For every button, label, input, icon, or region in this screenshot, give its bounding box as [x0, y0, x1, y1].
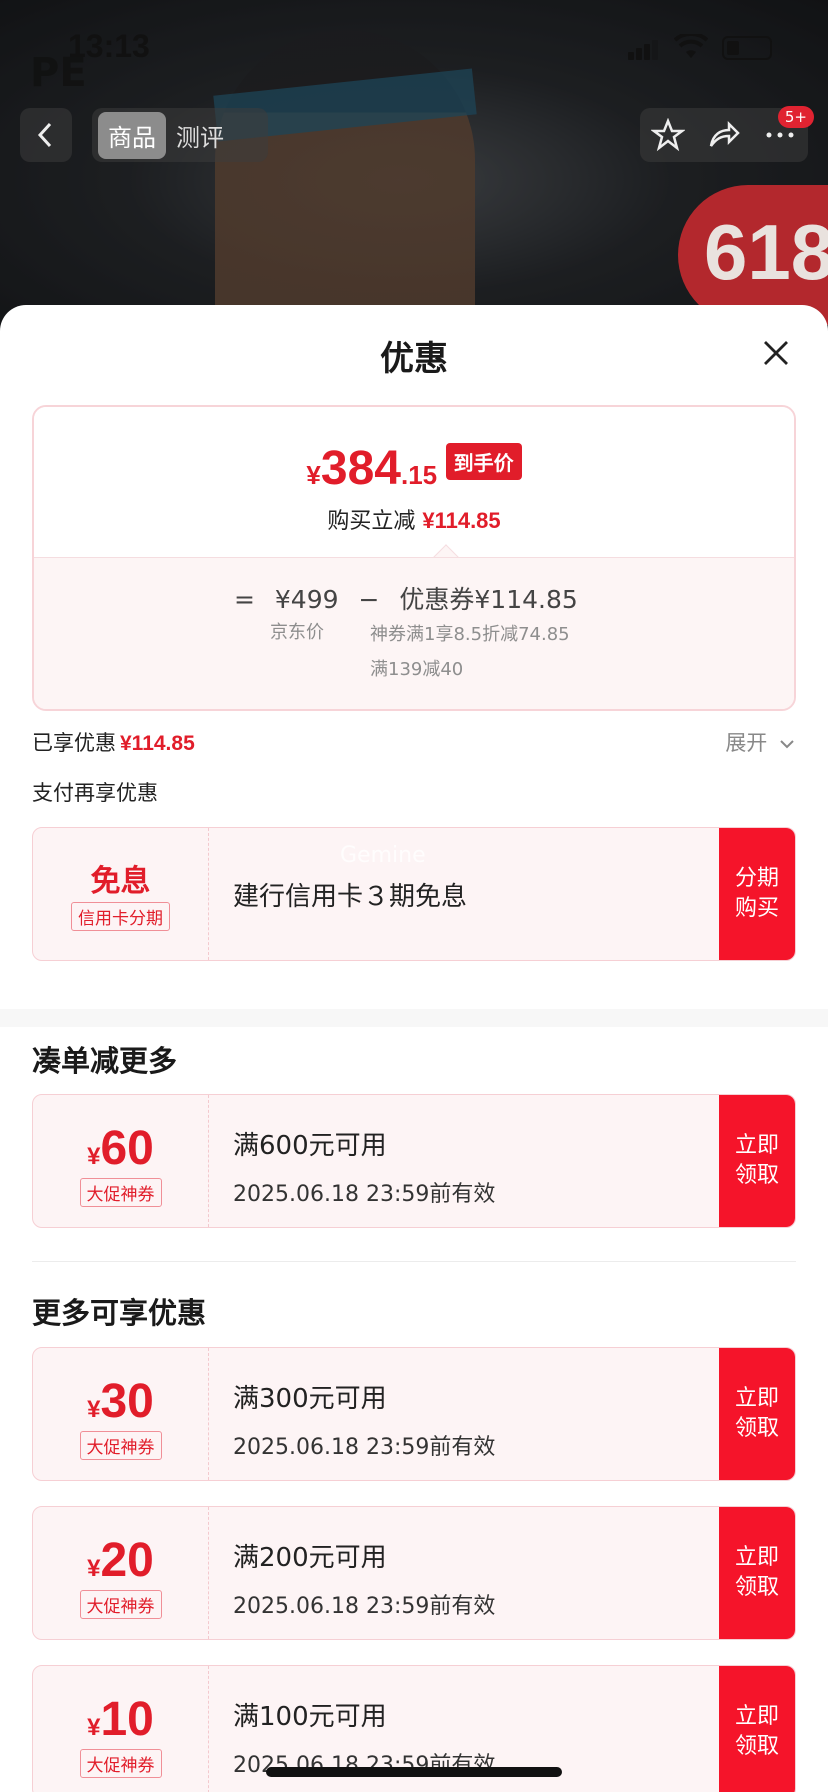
- discount-sheet: 优惠 ¥384.15 到手价 购买立减 ¥114.85 = ¥499 − 优惠券…: [0, 305, 828, 1792]
- coupon-condition: 满200元可用: [233, 1543, 387, 1573]
- coupon-validity: 2025.06.18 23:59前有效: [233, 1182, 496, 1207]
- coupon-total: 优惠券¥114.85: [399, 585, 578, 614]
- coupon-tag: 大促神券: [79, 1178, 162, 1207]
- coupon-tag: 大促神券: [79, 1590, 162, 1619]
- coupon-tag: 大促神券: [79, 1749, 162, 1778]
- coupon-detail: 神券满1享8.5折减74.85: [370, 624, 570, 645]
- message-count-badge: 5+: [777, 106, 814, 128]
- coupon-card: ¥20 大促神券 满200元可用 2025.06.18 23:59前有效 立即领…: [32, 1506, 796, 1640]
- watermark: Gemine: [340, 843, 426, 868]
- enjoyed-discount: 已享优惠 ¥114.85: [32, 731, 195, 755]
- product-tabs: 商品 测评: [92, 108, 268, 162]
- final-price: ¥384.15 到手价: [34, 441, 794, 496]
- chevron-down-icon: [780, 740, 794, 749]
- coupon-amount: 60: [100, 1122, 154, 1175]
- wifi-icon: [674, 34, 708, 58]
- claim-coupon-button[interactable]: 立即 领取: [719, 1095, 795, 1227]
- coupon-amount: 10: [100, 1693, 154, 1746]
- claim-coupon-button[interactable]: 立即 领取: [719, 1348, 795, 1480]
- pay-section-title: 支付再享优惠: [32, 781, 158, 805]
- installment-tag: 信用卡分期: [71, 902, 170, 931]
- installment-buy-button[interactable]: 分期 购买: [719, 828, 795, 960]
- installment-desc: 建行信用卡３期免息: [233, 882, 468, 912]
- more-offers-title: 更多可享优惠: [32, 1296, 207, 1330]
- coupon-validity: 2025.06.18 23:59前有效: [233, 1594, 496, 1619]
- coupon-validity: 2025.06.18 23:59前有效: [233, 1435, 496, 1460]
- home-indicator[interactable]: [266, 1767, 562, 1777]
- installment-title: 免息: [90, 864, 151, 899]
- expand-button[interactable]: 展开: [725, 727, 796, 757]
- close-icon[interactable]: [760, 337, 792, 369]
- instant-reduce-amount: ¥114.85: [422, 508, 501, 533]
- status-bar: 13:13: [0, 0, 828, 90]
- final-price-tag: 到手价: [445, 443, 522, 480]
- star-favorite-icon[interactable]: [651, 118, 685, 152]
- price-breakdown-card: ¥384.15 到手价 购买立减 ¥114.85 = ¥499 − 优惠券¥11…: [32, 405, 796, 711]
- chevron-left-icon: [37, 122, 52, 148]
- base-price-caption: 京东价: [270, 622, 324, 643]
- status-time: 13:13: [68, 28, 150, 64]
- instant-reduce: 购买立减 ¥114.85: [327, 508, 501, 534]
- cellular-signal-icon: [628, 38, 658, 60]
- coupon-condition: 满600元可用: [233, 1131, 387, 1161]
- battery-icon: [722, 36, 772, 60]
- back-button[interactable]: [20, 108, 72, 162]
- coupon-condition: 满100元可用: [233, 1702, 387, 1732]
- base-price: ¥499: [274, 585, 339, 614]
- coupon-condition: 满300元可用: [233, 1384, 387, 1414]
- sheet-title: 优惠: [380, 339, 448, 379]
- tab-review[interactable]: 测评: [166, 112, 234, 159]
- coupon-card: ¥60 大促神券 满600元可用 2025.06.18 23:59前有效 立即领…: [32, 1094, 796, 1228]
- coupon-detail: 满139减40: [370, 659, 464, 680]
- price-formula: = ¥499 − 优惠券¥114.85 京东价 神券满1享8.5折减74.85 …: [34, 557, 794, 709]
- promo-618-badge: 618: [678, 185, 828, 325]
- share-icon[interactable]: [707, 118, 741, 152]
- coupon-tag: 大促神券: [79, 1431, 162, 1460]
- coupon-card: ¥30 大促神券 满300元可用 2025.06.18 23:59前有效 立即领…: [32, 1347, 796, 1481]
- coupon-amount: 20: [100, 1534, 154, 1587]
- claim-coupon-button[interactable]: 立即 领取: [719, 1507, 795, 1639]
- coupon-amount: 30: [100, 1375, 154, 1428]
- top-nav-bar: 商品 测评: [0, 100, 828, 170]
- bundle-section-title: 凑单减更多: [32, 1044, 178, 1078]
- tab-product[interactable]: 商品: [98, 111, 166, 159]
- claim-coupon-button[interactable]: 立即 领取: [719, 1666, 795, 1792]
